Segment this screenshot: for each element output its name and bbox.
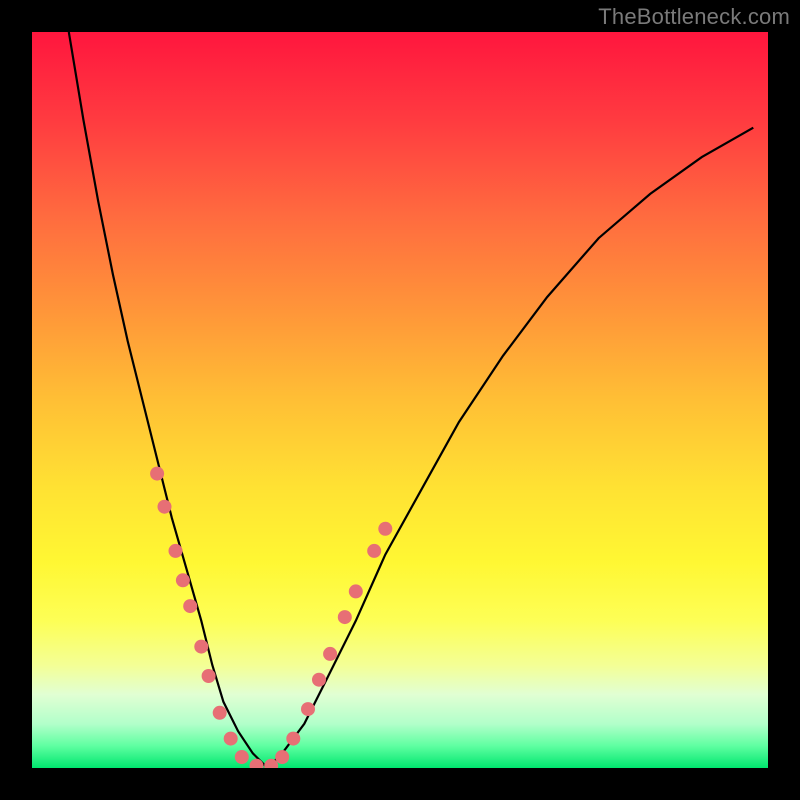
curve-marker — [367, 544, 381, 558]
curve-marker — [378, 522, 392, 536]
plot-area — [32, 32, 768, 768]
curve-marker — [250, 759, 264, 768]
curve-marker — [286, 732, 300, 746]
watermark-text: TheBottleneck.com — [598, 4, 790, 30]
curve-marker — [202, 669, 216, 683]
curve-marker — [312, 673, 326, 687]
curve-marker — [183, 599, 197, 613]
curve-marker — [275, 750, 289, 764]
curve-marker — [235, 750, 249, 764]
curve-markers — [150, 467, 392, 768]
curve-marker — [169, 544, 183, 558]
curve-marker — [176, 573, 190, 587]
curve-marker — [224, 732, 238, 746]
curve-marker — [323, 647, 337, 661]
curve-marker — [150, 467, 164, 481]
curve-marker — [213, 706, 227, 720]
curve-marker — [349, 584, 363, 598]
curve-layer — [32, 32, 768, 768]
curve-marker — [158, 500, 172, 514]
curve-marker — [194, 640, 208, 654]
bottleneck-curve — [69, 32, 754, 768]
chart-container: TheBottleneck.com — [0, 0, 800, 800]
curve-marker — [301, 702, 315, 716]
curve-marker — [338, 610, 352, 624]
